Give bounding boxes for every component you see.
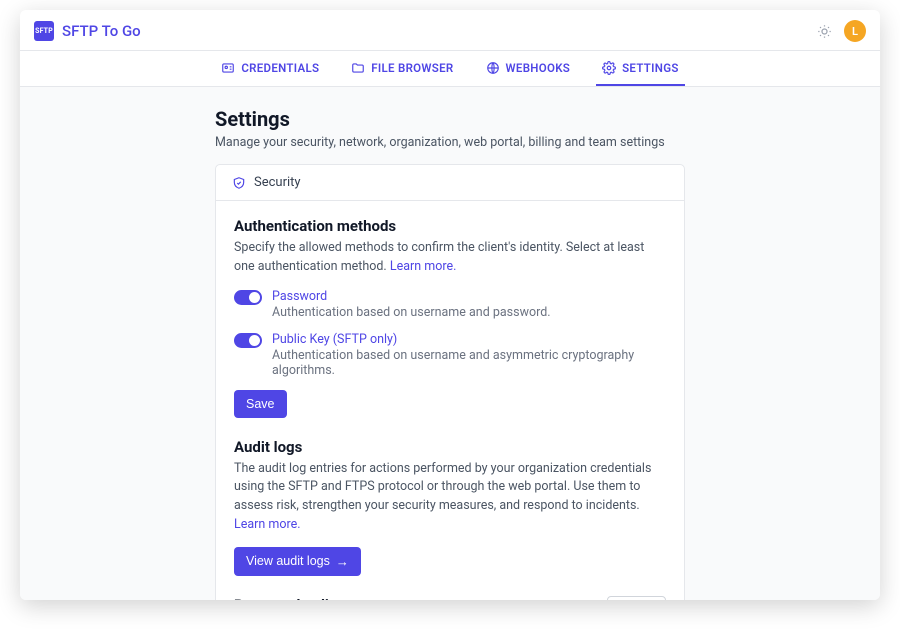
folder-icon xyxy=(351,61,365,75)
card-header-security: Security xyxy=(216,165,684,201)
settings-card: Security Authentication methods Specify … xyxy=(215,164,685,600)
brand-logo: SFTP xyxy=(34,21,54,41)
learn-more-link[interactable]: Learn more. xyxy=(234,517,301,532)
gear-icon xyxy=(602,61,616,75)
shield-icon xyxy=(232,176,246,190)
tab-label: WEBHOOKS xyxy=(506,61,571,75)
globe-icon xyxy=(486,61,500,75)
sun-icon[interactable] xyxy=(817,24,832,39)
auth-item-publickey: Public Key (SFTP only) Authentication ba… xyxy=(234,332,666,378)
view-audit-logs-button[interactable]: View audit logs → xyxy=(234,547,361,576)
section-audit-logs: Audit logs The audit log entries for act… xyxy=(234,438,666,576)
toggle-publickey[interactable] xyxy=(234,333,262,348)
expand-button[interactable]: Expand xyxy=(607,596,666,601)
section-title: Audit logs xyxy=(234,438,666,456)
section-desc: Specify the allowed methods to confirm t… xyxy=(234,239,666,277)
tab-label: FILE BROWSER xyxy=(371,61,453,75)
auth-sub: Authentication based on username and pas… xyxy=(272,305,551,320)
section-title: Authentication methods xyxy=(234,217,666,235)
page-title: Settings xyxy=(215,107,685,131)
tab-credentials[interactable]: CREDENTIALS xyxy=(215,51,325,86)
section-title: Password policy xyxy=(234,596,344,601)
section-desc: The audit log entries for actions perfor… xyxy=(234,460,666,535)
main-area: Settings Manage your security, network, … xyxy=(20,87,880,600)
arrow-right-icon: → xyxy=(336,554,349,569)
tab-webhooks[interactable]: WEBHOOKS xyxy=(480,51,577,86)
learn-more-link[interactable]: Learn more. xyxy=(390,259,457,274)
tab-settings[interactable]: SETTINGS xyxy=(596,51,685,86)
card-header-label: Security xyxy=(254,175,301,190)
page-subtitle: Manage your security, network, organizat… xyxy=(215,135,685,150)
section-auth-methods: Authentication methods Specify the allow… xyxy=(234,217,666,418)
tab-label: SETTINGS xyxy=(622,61,679,75)
brand-title: SFTP To Go xyxy=(62,22,141,40)
avatar[interactable]: L xyxy=(844,20,866,42)
brand[interactable]: SFTP SFTP To Go xyxy=(34,21,141,41)
auth-label: Public Key (SFTP only) xyxy=(272,332,666,347)
save-button[interactable]: Save xyxy=(234,390,287,418)
id-card-icon xyxy=(221,61,235,75)
section-password-policy: Password policy Expand Improve your secu… xyxy=(234,596,666,601)
tabs-bar: CREDENTIALS FILE BROWSER WEBHOOKS SETTIN… xyxy=(20,50,880,87)
tab-label: CREDENTIALS xyxy=(241,61,319,75)
app-header: SFTP SFTP To Go L xyxy=(20,10,880,50)
tab-file-browser[interactable]: FILE BROWSER xyxy=(345,51,459,86)
auth-sub: Authentication based on username and asy… xyxy=(272,348,634,378)
auth-item-password: Password Authentication based on usernam… xyxy=(234,289,666,320)
toggle-password[interactable] xyxy=(234,290,262,305)
auth-label: Password xyxy=(272,289,551,304)
